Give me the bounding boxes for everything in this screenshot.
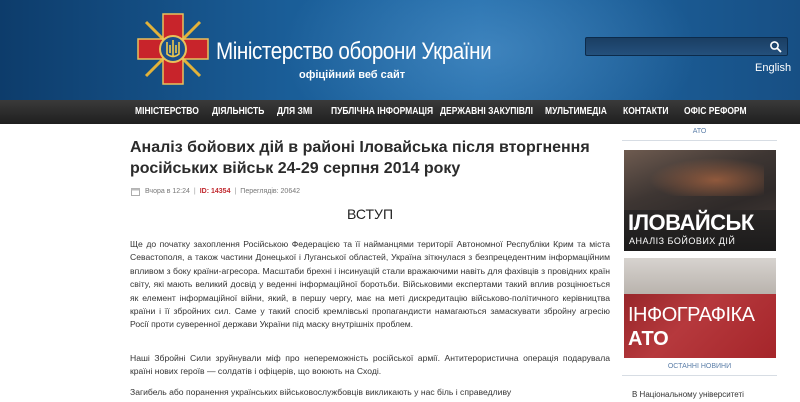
nav-item-multimedia[interactable]: МУЛЬТИМЕДІА [545, 100, 607, 124]
banner-subtitle: АНАЛІЗ БОЙОВИХ ДІЙ [629, 236, 736, 246]
news-item-link[interactable]: В Національному університеті [632, 390, 744, 399]
infographic-banner[interactable]: ІНФОГРАФІКА АТО [624, 258, 776, 358]
article-title: Аналіз бойових дій в районі Іловайська п… [130, 139, 590, 177]
banner-title: ІЛОВАЙСЬК [628, 210, 754, 235]
meta-separator: | [193, 188, 196, 195]
calendar-icon [131, 188, 140, 196]
meta-separator: | [234, 188, 237, 195]
banner-image-soldiers [624, 258, 776, 294]
nav-item-reform-office[interactable]: ОФІС РЕФОРМ [684, 100, 747, 124]
search-box [585, 37, 788, 57]
nav-item-ministry[interactable]: МІНІСТЕРСТВО [135, 100, 199, 124]
search-icon[interactable] [769, 40, 783, 54]
nav-item-procurement[interactable]: ДЕРЖАВНІ ЗАКУПІВЛІ [440, 100, 533, 124]
nav-item-contacts[interactable]: КОНТАКТИ [623, 100, 668, 124]
nav-item-public-info[interactable]: ПУБЛІЧНА ІНФОРМАЦІЯ [331, 100, 433, 124]
article-views: Переглядів: 20642 [240, 188, 300, 195]
article-paragraph: Ще до початку захоплення Російською Феде… [130, 239, 610, 330]
main-nav: МІНІСТЕРСТВО ДІЯЛЬНІСТЬ ДЛЯ ЗМІ ПУБЛІЧНА… [0, 100, 800, 124]
search-input[interactable] [586, 39, 766, 57]
article-date: Вчора в 12:24 [145, 188, 190, 195]
ilovaisk-banner[interactable]: ІЛОВАЙСЬК АНАЛІЗ БОЙОВИХ ДІЙ [624, 150, 776, 251]
article-id: ID: 14354 [199, 188, 231, 195]
ukraine-defense-cross-emblem-icon[interactable] [136, 12, 210, 86]
site-header: Міністерство оборони України офіційний в… [0, 0, 800, 100]
banner-image-fire [644, 156, 764, 196]
article-paragraph: Наші Збройні Сили зруйнували міф про неп… [130, 353, 610, 377]
section-heading: ВСТУП [346, 206, 394, 222]
article-meta: Вчора в 12:24 | ID: 14354 | Переглядів: … [131, 187, 300, 196]
sidebar-ato-label: АТО [622, 128, 777, 141]
nav-item-media[interactable]: ДЛЯ ЗМІ [277, 100, 312, 124]
nav-item-activity[interactable]: ДІЯЛЬНІСТЬ [212, 100, 264, 124]
site-title[interactable]: Міністерство оборони України [216, 38, 492, 66]
language-link-english[interactable]: English [755, 62, 791, 74]
banner-title: ІНФОГРАФІКА [628, 304, 755, 326]
site-subtitle: офіційний веб сайт [299, 69, 406, 81]
article-paragraph: Загибель або поранення українських війсь… [130, 387, 512, 397]
latest-news-label: ОСТАННІ НОВИНИ [622, 363, 777, 376]
banner-subtitle: АТО [628, 328, 669, 350]
